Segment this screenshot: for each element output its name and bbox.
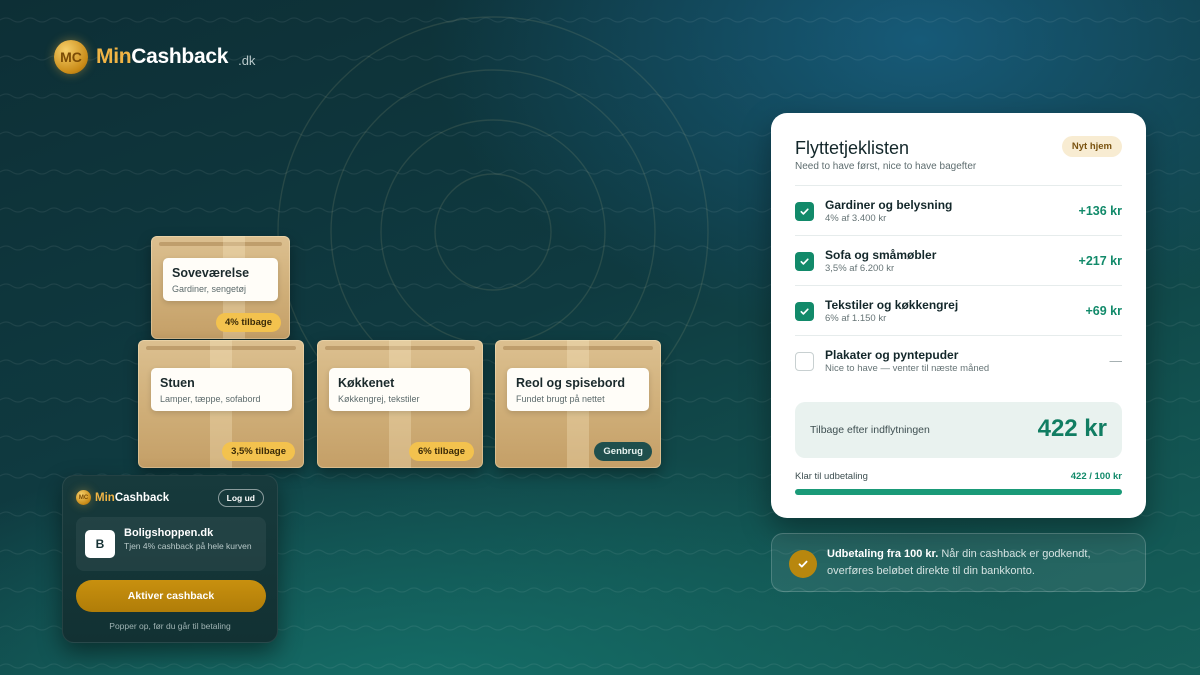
row-detail: Nice to have — venter til næste måned xyxy=(825,363,990,374)
shop-name: Boligshoppen.dk xyxy=(124,527,214,539)
popup-note: Popper op, før du går til betaling xyxy=(109,621,231,631)
box-label: Køkkenet Køkkengrej, tekstiler xyxy=(329,368,470,411)
box-title: Køkkenet xyxy=(338,376,395,390)
box-label: Stuen Lamper, tæppe, sofabord xyxy=(151,368,292,411)
check-icon xyxy=(800,308,809,315)
row-detail: 4% af 3.400 kr xyxy=(825,213,887,224)
total-value: 422 kr xyxy=(1037,415,1107,442)
box-subtitle: Fundet brugt på nettet xyxy=(516,394,605,404)
total-box: Tilbage efter indflytningen 422 kr xyxy=(795,402,1122,458)
cashback-badge: 6% tilbage xyxy=(409,442,474,461)
row-title: Tekstiler og køkkengrej xyxy=(825,298,959,312)
activate-cashback-button[interactable]: Aktiver cashback xyxy=(76,580,266,612)
reuse-badge: Genbrug xyxy=(594,442,652,461)
payout-ready-label: Klar til udbetaling xyxy=(795,471,868,482)
check-circle-icon xyxy=(789,550,817,578)
logout-button[interactable]: Log ud xyxy=(217,489,264,507)
box-title: Soveværelse xyxy=(172,266,250,280)
box-label: Soveværelse Gardiner, sengetøj xyxy=(163,258,278,301)
checklist-title: Flyttetjeklisten xyxy=(795,138,910,158)
box-subtitle: Køkkengrej, tekstiler xyxy=(338,394,420,404)
shop-card: B Boligshoppen.dk Tjen 4% cashback på he… xyxy=(76,517,266,571)
new-home-badge: Nyt hjem xyxy=(1061,136,1122,157)
row-value: +217 kr xyxy=(1078,254,1122,268)
checklist-subtitle: Need to have først, nice to have bagefte… xyxy=(795,161,977,172)
box-subtitle: Gardiner, sengetøj xyxy=(172,284,247,294)
extension-popup: MC MinCashback Log ud B Boligshoppen.dk … xyxy=(62,475,278,643)
payout-info-note: Udbetaling fra 100 kr. Når din cashback … xyxy=(771,533,1146,592)
brand-logo: MC MinCashback .dk xyxy=(54,40,255,74)
brand-name: MinCashback xyxy=(96,45,229,68)
coin-logo-icon: MC xyxy=(54,40,88,74)
total-label: Tilbage efter indflytningen xyxy=(810,424,930,436)
shop-logo: B xyxy=(85,530,115,558)
popup-brand: MC MinCashback xyxy=(76,490,169,505)
cashback-badge: 4% tilbage xyxy=(216,313,281,332)
check-icon xyxy=(800,258,809,265)
checkbox-unchecked[interactable] xyxy=(795,352,814,371)
row-title: Gardiner og belysning xyxy=(825,198,953,212)
brand-tld: .dk xyxy=(238,52,256,68)
popup-brand-name: MinCashback xyxy=(95,491,170,504)
cashback-badge: 3,5% tilbage xyxy=(222,442,295,461)
row-title: Sofa og småmøbler xyxy=(825,248,937,262)
box-subtitle: Lamper, tæppe, sofabord xyxy=(160,394,261,404)
row-value: — xyxy=(1109,354,1123,368)
checkbox-checked[interactable] xyxy=(795,252,814,271)
info-text: Udbetaling fra 100 kr. Når din cashback … xyxy=(827,548,1091,577)
checkbox-checked[interactable] xyxy=(795,202,814,221)
row-detail: 6% af 1.150 kr xyxy=(825,313,887,324)
box-title: Reol og spisebord xyxy=(516,376,626,390)
box-living-room: Stuen Lamper, tæppe, sofabord 3,5% tilba… xyxy=(138,340,304,468)
shop-description: Tjen 4% cashback på hele kurven xyxy=(124,541,252,551)
box-shelf-table: Reol og spisebord Fundet brugt på nettet… xyxy=(495,340,661,468)
box-title: Stuen xyxy=(160,376,195,390)
box-label: Reol og spisebord Fundet brugt på nettet xyxy=(507,368,649,411)
row-value: +69 kr xyxy=(1085,304,1123,318)
row-title: Plakater og pyntepuder xyxy=(825,348,959,362)
box-kitchen: Køkkenet Køkkengrej, tekstiler 6% tilbag… xyxy=(317,340,483,468)
row-detail: 3,5% af 6.200 kr xyxy=(825,263,895,274)
payout-progress-bar xyxy=(795,489,1122,495)
payout-progress-fill xyxy=(795,489,1122,495)
box-bedroom: Soveværelse Gardiner, sengetøj 4% tilbag… xyxy=(151,236,290,339)
row-value: +136 kr xyxy=(1078,204,1122,218)
check-icon xyxy=(800,208,809,215)
checklist-row[interactable]: Sofa og småmøbler 3,5% af 6.200 kr +217 … xyxy=(795,235,1122,285)
checklist-row[interactable]: Tekstiler og køkkengrej 6% af 1.150 kr +… xyxy=(795,285,1122,335)
checkbox-checked[interactable] xyxy=(795,302,814,321)
checklist-card: Flyttetjeklisten Need to have først, nic… xyxy=(771,113,1146,518)
checklist-row[interactable]: Gardiner og belysning 4% af 3.400 kr +13… xyxy=(795,185,1122,235)
coin-logo-icon: MC xyxy=(76,490,91,505)
checklist-row[interactable]: Plakater og pyntepuder Nice to have — ve… xyxy=(795,335,1122,385)
payout-ready-value: 422 / 100 kr xyxy=(1070,471,1122,482)
